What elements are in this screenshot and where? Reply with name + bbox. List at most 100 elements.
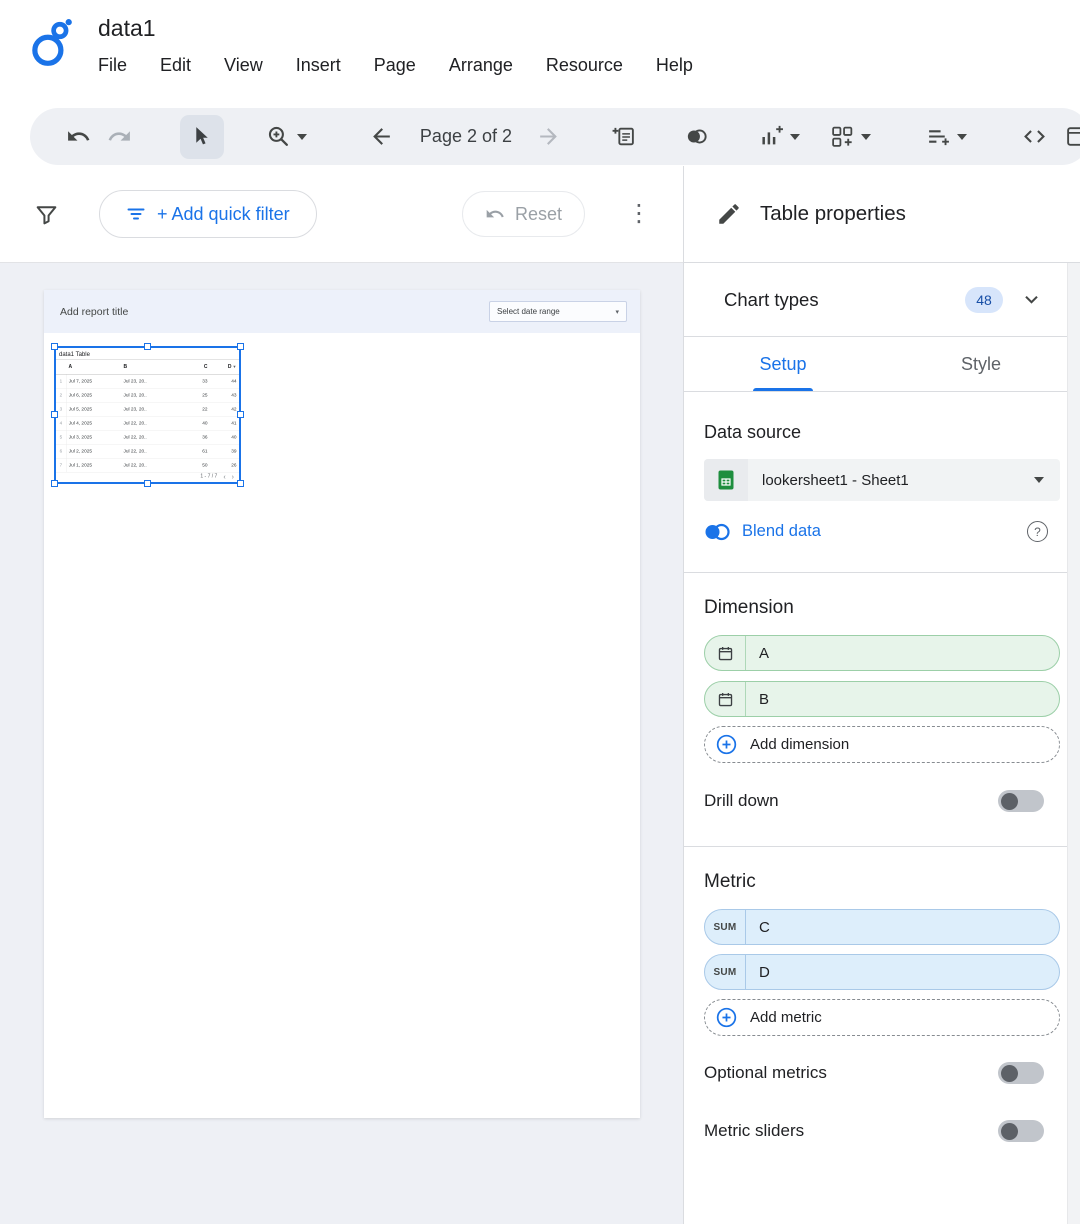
cell: Jul 7, 2025 [66, 374, 121, 388]
dimension-chip-b[interactable]: B [704, 681, 1060, 717]
add-dimension-button[interactable]: Add dimension [704, 726, 1060, 763]
page-indicator[interactable]: Page 2 of 2 [420, 126, 512, 147]
row-number: 7 [56, 458, 66, 472]
cell: 22 [183, 402, 210, 416]
quick-filter-bar: + Add quick filter Reset ⋮ [0, 166, 683, 263]
menu-page[interactable]: Page [374, 55, 416, 76]
drill-down-toggle[interactable] [998, 790, 1044, 812]
zoom-tool-button[interactable] [266, 124, 307, 149]
menu-arrange[interactable]: Arrange [449, 55, 513, 76]
calendar-icon [717, 645, 734, 662]
optional-metrics-label: Optional metrics [704, 1063, 827, 1083]
report-title-placeholder[interactable]: Add report title [60, 306, 128, 318]
table-chart[interactable]: data1 Table A B C D▼ [54, 346, 241, 484]
add-control-icon [830, 124, 855, 149]
calendar-icon-cell [705, 682, 746, 716]
resize-handle[interactable] [144, 343, 151, 350]
pagination-next-icon[interactable]: › [232, 472, 234, 480]
cell: 40 [210, 430, 239, 444]
cursor-icon [189, 124, 214, 149]
embed-code-button[interactable] [1022, 124, 1047, 149]
row-number: 2 [56, 388, 66, 402]
add-metric-label: Add metric [750, 1009, 822, 1026]
toolbar: Page 2 of 2 [30, 108, 1080, 165]
calendar-icon [717, 691, 734, 708]
metric-chip-c[interactable]: SUM C [704, 909, 1060, 945]
menu-file[interactable]: File [98, 55, 127, 76]
report-canvas[interactable]: Add report title Select date range ▾ dat… [0, 263, 683, 1224]
resize-handle[interactable] [51, 411, 58, 418]
dimension-section: Dimension A [684, 597, 1080, 846]
add-filter-button[interactable] [926, 124, 967, 149]
tab-style[interactable]: Style [882, 337, 1080, 391]
blend-tool-button[interactable] [684, 124, 709, 149]
menu-resource[interactable]: Resource [546, 55, 623, 76]
menu-view[interactable]: View [224, 55, 263, 76]
add-chart-button[interactable] [759, 124, 800, 149]
help-button[interactable]: ? [1027, 521, 1048, 542]
resize-handle[interactable] [237, 343, 244, 350]
redo-button[interactable] [107, 124, 132, 149]
metric-sliders-row: Metric sliders [704, 1120, 1060, 1142]
cell: 40 [183, 416, 210, 430]
undo-button[interactable] [66, 124, 91, 149]
toggle-knob [1001, 1065, 1018, 1082]
redo-icon [107, 124, 132, 149]
panel-scrollbar[interactable] [1067, 263, 1080, 1224]
resize-handle[interactable] [237, 480, 244, 487]
pagination-info: 1 - 7 / 7 [200, 474, 217, 480]
metric-sliders-label: Metric sliders [704, 1121, 804, 1141]
more-tools-button[interactable] [1065, 124, 1080, 149]
table-row: 1 Jul 7, 2025 Jul 23, 20.. 33 44 [56, 374, 239, 388]
table-header-row: A B C D▼ [56, 360, 239, 374]
previous-page-button[interactable] [369, 124, 394, 149]
dimension-chip-label: B [746, 682, 769, 716]
column-header-c[interactable]: C [183, 360, 210, 374]
pagination-prev-icon[interactable]: ‹ [223, 472, 225, 480]
reset-undo-icon [485, 204, 505, 224]
aggregation-cell: SUM [705, 910, 746, 944]
dimension-chip-a[interactable]: A [704, 635, 1060, 671]
resize-handle[interactable] [144, 480, 151, 487]
column-header-a[interactable]: A [66, 360, 121, 374]
row-number: 4 [56, 416, 66, 430]
aggregation-cell: SUM [705, 955, 746, 989]
data-source-label: Data source [704, 422, 1060, 443]
menu-insert[interactable]: Insert [296, 55, 341, 76]
code-icon [1022, 124, 1047, 149]
add-control-button[interactable] [830, 124, 871, 149]
document-title[interactable]: data1 [98, 15, 726, 42]
canvas-column: + Add quick filter Reset ⋮ Add report ti… [0, 166, 683, 1224]
blend-data-button[interactable]: Blend data [742, 522, 821, 541]
next-page-button[interactable] [536, 124, 561, 149]
add-metric-button[interactable]: Add metric [704, 999, 1060, 1036]
metric-heading: Metric [704, 871, 1060, 893]
table-row: 3 Jul 5, 2025 Jul 23, 20.. 22 42 [56, 402, 239, 416]
workspace: + Add quick filter Reset ⋮ Add report ti… [0, 166, 1080, 1224]
resize-handle[interactable] [51, 343, 58, 350]
cell: 61 [183, 444, 210, 458]
data-source-select[interactable]: lookersheet1 - Sheet1 [704, 459, 1060, 501]
add-quick-filter-button[interactable]: + Add quick filter [99, 190, 317, 238]
resize-handle[interactable] [237, 411, 244, 418]
metric-chip-d[interactable]: SUM D [704, 954, 1060, 990]
reset-button[interactable]: Reset [462, 191, 585, 237]
date-range-control[interactable]: Select date range ▾ [489, 301, 627, 322]
tab-setup[interactable]: Setup [684, 337, 882, 391]
select-tool-button[interactable] [180, 115, 224, 159]
menu-edit[interactable]: Edit [160, 55, 191, 76]
table-row: 6 Jul 2, 2025 Jul 22, 20.. 61 39 [56, 444, 239, 458]
add-page-button[interactable] [611, 124, 636, 149]
metric-section: Metric SUM C SUM D [684, 871, 1080, 1174]
menu-help[interactable]: Help [656, 55, 693, 76]
resize-handle[interactable] [51, 480, 58, 487]
date-range-label: Select date range [497, 307, 560, 316]
chart-types-row[interactable]: Chart types 48 [684, 263, 1080, 337]
optional-metrics-toggle[interactable] [998, 1062, 1044, 1084]
filter-bar-more-button[interactable]: ⋮ [621, 198, 657, 230]
looker-studio-logo[interactable] [28, 18, 74, 68]
metric-sliders-toggle[interactable] [998, 1120, 1044, 1142]
column-header-d[interactable]: D▼ [210, 360, 239, 374]
column-header-b[interactable]: B [121, 360, 183, 374]
cell: 39 [210, 444, 239, 458]
